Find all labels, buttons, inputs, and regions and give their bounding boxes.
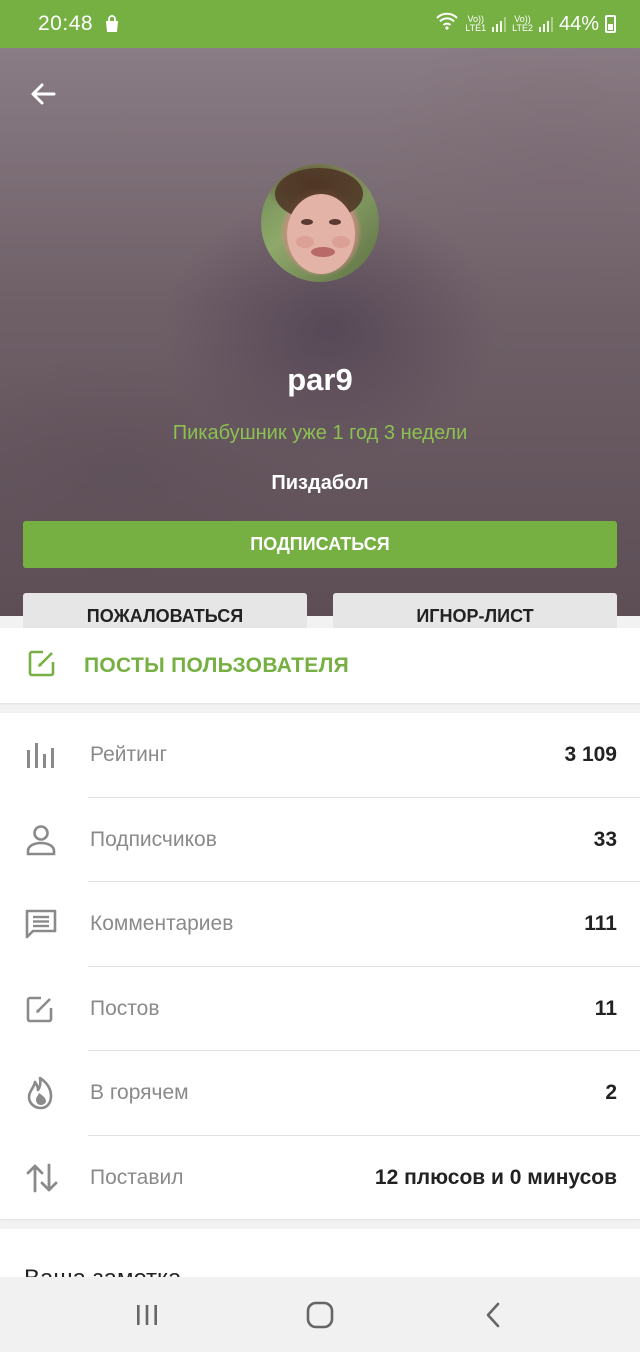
stat-label: Рейтинг: [90, 743, 168, 767]
stat-label: В горячем: [90, 1081, 189, 1105]
user-posts-link[interactable]: ПОСТЫ ПОЛЬЗОВАТЕЛЯ: [0, 628, 640, 703]
edit-icon: [26, 647, 58, 684]
stat-row-subscribers: Подписчиков 33: [0, 798, 640, 882]
stat-row-hot: В горячем 2: [0, 1051, 640, 1136]
tenure-text: Пикабушник уже 1 год 3 недели: [172, 422, 468, 444]
back-icon[interactable]: [463, 1295, 523, 1335]
stats-list: Рейтинг 3 109 Подписчиков 33 Комментарие…: [0, 713, 640, 1219]
subscribe-button[interactable]: ПОДПИСАТЬСЯ: [23, 521, 617, 568]
username: par9: [287, 362, 353, 397]
flame-icon: [0, 1075, 90, 1111]
battery-icon: [605, 15, 616, 33]
sim1-indicator: Vo)) LTE1: [465, 14, 487, 33]
stat-value: 33: [593, 827, 617, 851]
shopping-bag-icon: [103, 15, 121, 33]
system-nav-bar: [0, 1277, 640, 1352]
stat-value: 3 109: [564, 743, 617, 767]
wifi-icon: [435, 12, 459, 36]
signal-icon-2: [538, 16, 553, 32]
stat-value: 111: [584, 912, 617, 936]
stat-label: Поставил: [90, 1165, 184, 1189]
profile-header: par9 Пикабушник уже 1 год 3 недели Пизда…: [0, 48, 640, 640]
stat-row-comments: Комментариев 111: [0, 882, 640, 967]
stat-row-posts: Постов 11: [0, 967, 640, 1051]
recent-apps-icon[interactable]: [117, 1295, 177, 1335]
status-time: 20:48: [38, 12, 94, 35]
sim2-indicator: Vo)) LTE2: [512, 14, 533, 33]
stat-label: Постов: [90, 996, 160, 1020]
person-icon: [0, 823, 90, 857]
user-posts-label: ПОСТЫ ПОЛЬЗОВАТЕЛЯ: [84, 653, 350, 677]
bar-chart-icon: [0, 740, 90, 770]
stat-value: 2: [605, 1081, 617, 1105]
comment-icon: [0, 907, 90, 941]
stat-label: Комментариев: [90, 912, 234, 936]
battery-percent: 44%: [558, 12, 599, 35]
stat-label: Подписчиков: [90, 827, 217, 851]
edit-icon: [0, 993, 90, 1025]
status-bar: 20:48 Vo)) LTE1 Vo)) LTE2 44%: [0, 0, 640, 48]
sort-arrows-icon: [0, 1162, 90, 1194]
avatar: [261, 164, 379, 282]
stat-value: 11: [594, 996, 617, 1020]
signal-icon: [492, 16, 507, 32]
back-arrow-icon[interactable]: [24, 74, 64, 114]
home-icon[interactable]: [290, 1295, 350, 1335]
stat-value: 12 плюсов и 0 минусов: [374, 1165, 617, 1189]
stat-row-rating: Рейтинг 3 109: [0, 713, 640, 798]
stat-row-votes: Поставил 12 плюсов и 0 минусов: [0, 1136, 640, 1221]
user-rank: Пиздабол: [271, 472, 369, 494]
